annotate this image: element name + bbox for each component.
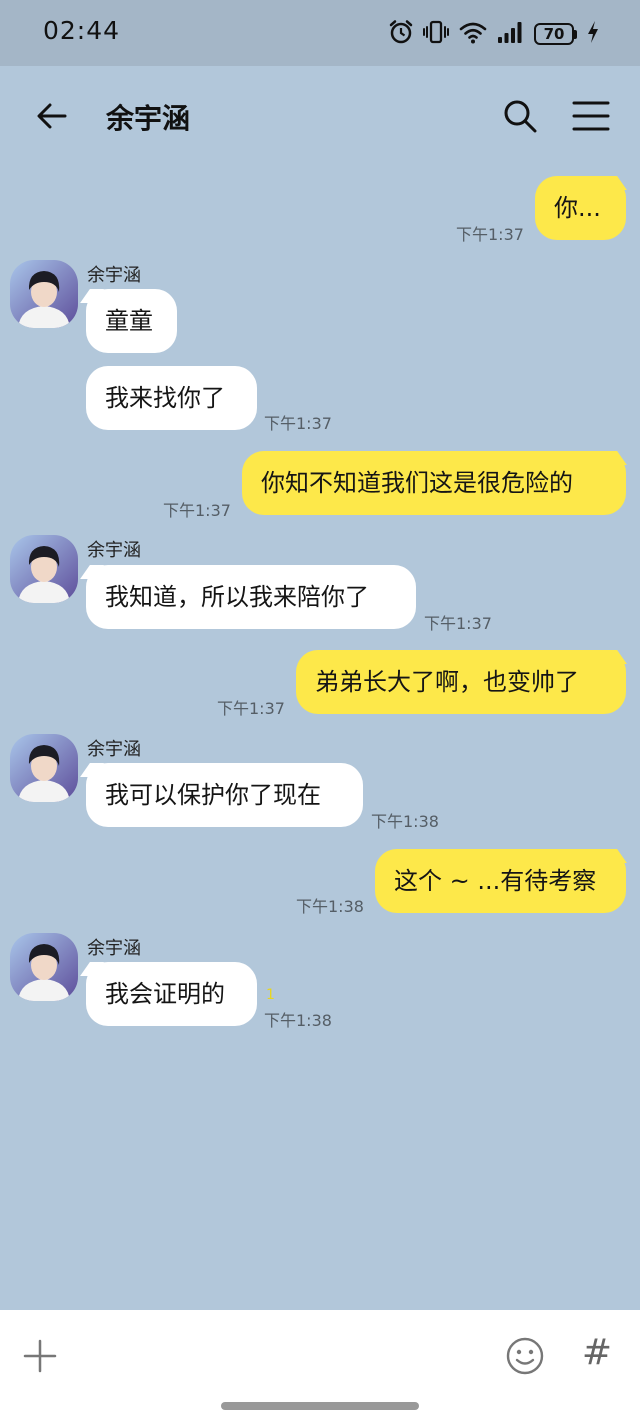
battery-level: 70: [534, 23, 574, 45]
their-message-bubble[interactable]: 我可以保护你了现在: [86, 763, 363, 827]
chat-header: 余宇涵: [0, 66, 640, 166]
attach-button[interactable]: [22, 1338, 58, 1374]
their-message-bubble[interactable]: 我知道，所以我来陪你了: [86, 565, 416, 629]
plus-icon: [23, 1339, 57, 1373]
avatar[interactable]: [10, 260, 78, 328]
avatar[interactable]: [10, 734, 78, 802]
their-message-bubble[interactable]: 我会证明的: [86, 962, 257, 1026]
message-time: 下午1:38: [296, 897, 364, 916]
search-icon: [504, 100, 537, 133]
message-time: 下午1:37: [264, 414, 332, 433]
my-message-bubble[interactable]: 这个 ~ ...有待考察: [375, 849, 626, 913]
menu-icon: [572, 101, 610, 131]
message-time: 下午1:37: [217, 699, 285, 718]
status-time: 02:44: [43, 16, 121, 45]
alarm-icon: [388, 19, 414, 49]
search-button[interactable]: [500, 96, 540, 136]
message-time: 下午1:37: [163, 501, 231, 520]
wifi-icon: [458, 19, 488, 49]
hashtag-button[interactable]: #: [580, 1332, 614, 1373]
avatar-image: [10, 260, 78, 328]
my-message-bubble[interactable]: 弟弟长大了啊，也变帅了: [296, 650, 626, 714]
signal-icon: [497, 20, 525, 48]
vibrate-icon: [423, 19, 449, 49]
avatar-image: [10, 933, 78, 1001]
my-message-bubble[interactable]: 你...: [535, 176, 626, 240]
avatar-image: [10, 535, 78, 603]
sender-name: 余宇涵: [87, 938, 141, 959]
input-bar: #: [0, 1310, 640, 1424]
status-bar: 02:44 70: [0, 0, 640, 66]
unread-count: 1: [266, 987, 275, 1003]
avatar[interactable]: [10, 535, 78, 603]
message-time: 下午1:37: [424, 614, 492, 633]
home-indicator[interactable]: [221, 1402, 419, 1410]
their-message-bubble[interactable]: 童童: [86, 289, 177, 353]
charging-icon: [586, 20, 600, 48]
their-message-bubble[interactable]: 我来找你了: [86, 366, 257, 430]
battery-icon: 70: [534, 23, 577, 45]
status-icons: 70: [388, 18, 600, 50]
sender-name: 余宇涵: [87, 739, 141, 760]
message-time: 下午1:37: [456, 225, 524, 244]
emoji-icon: [506, 1337, 544, 1375]
message-time: 下午1:38: [264, 1011, 332, 1030]
sender-name: 余宇涵: [87, 540, 141, 561]
message-time: 下午1:38: [371, 812, 439, 831]
back-button[interactable]: [32, 96, 72, 136]
avatar[interactable]: [10, 933, 78, 1001]
back-arrow-icon: [37, 103, 67, 129]
menu-button[interactable]: [570, 96, 612, 136]
chat-title: 余宇涵: [106, 102, 191, 135]
avatar-image: [10, 734, 78, 802]
sender-name: 余宇涵: [87, 265, 141, 286]
emoji-button[interactable]: [504, 1335, 546, 1377]
my-message-bubble[interactable]: 你知不知道我们这是很危险的: [242, 451, 626, 515]
